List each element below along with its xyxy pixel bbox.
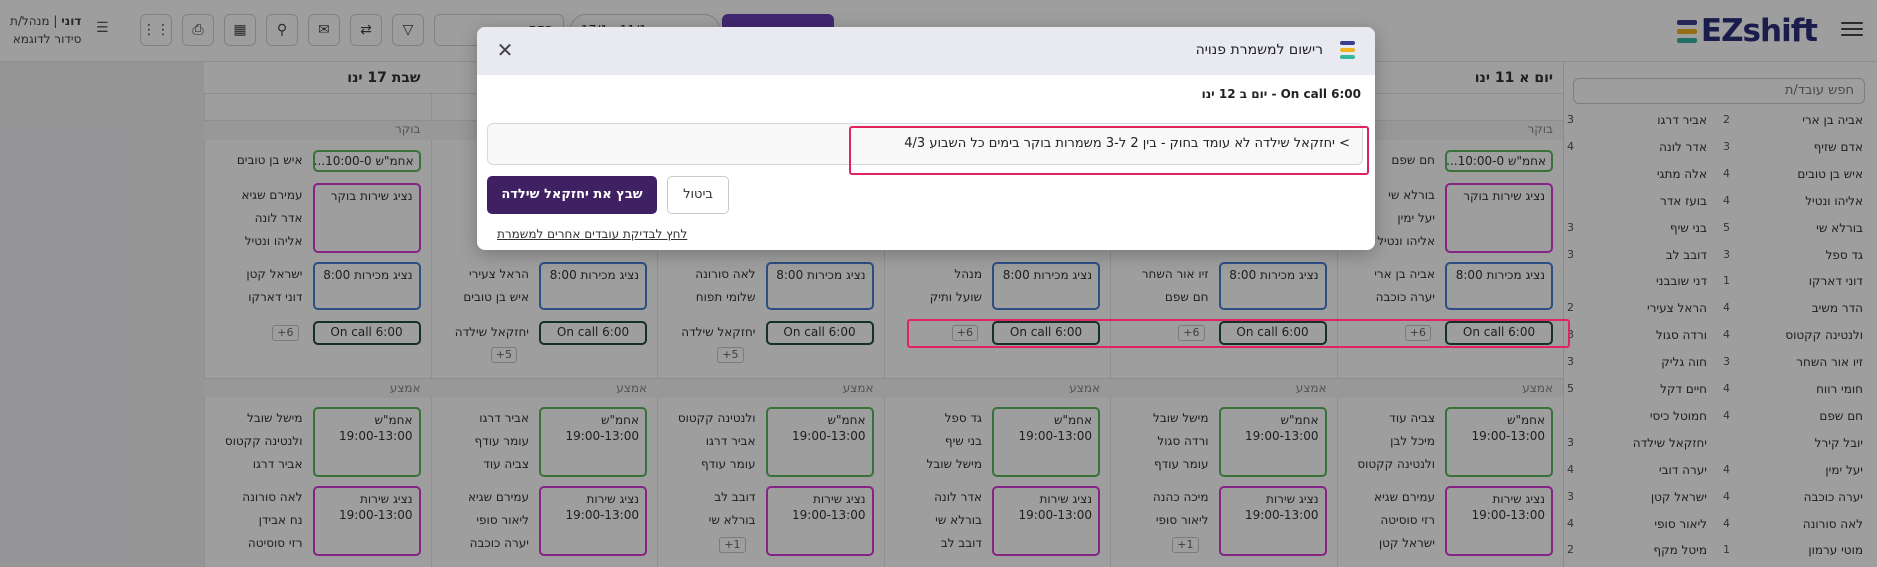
highlight-warning [849,126,1369,175]
highlight-oncall-row [907,319,1570,348]
modal-title: רישום למשמרת פנויה [1195,42,1323,58]
cancel-button[interactable]: ביטול [667,176,729,214]
assign-button[interactable]: שבץ את יחזקאל שילדה [487,176,657,214]
shift-signup-modal: רישום למשמרת פנויה ✕ On call 6:00 - יום … [477,27,1375,250]
modal-logo-icon [1340,41,1355,59]
app-root: EZshift דוני | מנהל/ת סידור לדוגמא ☰ ⋮⋮ … [0,0,1877,567]
check-other-employees-link[interactable]: לחץ לבדיקת עובדים אחרים למשמרת [497,227,687,241]
close-icon[interactable]: ✕ [493,39,517,63]
modal-subtitle: On call 6:00 - יום ב 12 ינו [1201,87,1361,101]
modal-header: רישום למשמרת פנויה ✕ [477,27,1375,75]
